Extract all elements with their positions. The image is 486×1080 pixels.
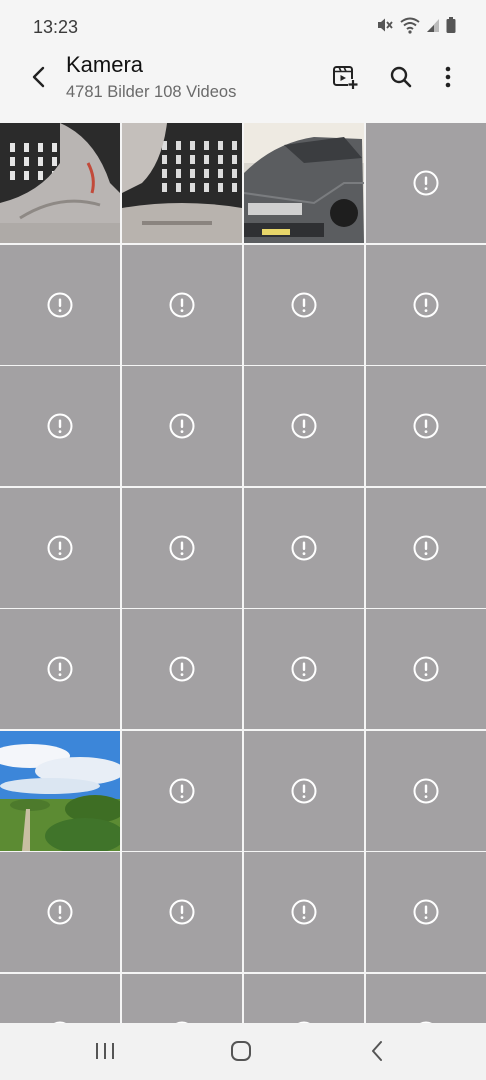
thumbnail-unavailable[interactable] [122,487,242,608]
search-icon [390,66,412,88]
thumbnail-unavailable[interactable] [0,366,120,486]
error-icon [291,292,317,317]
title-block: Kamera 4781 Bilder 108 Videos [66,52,236,103]
photo-metal-part-2-image [122,123,242,243]
error-icon [47,413,73,439]
thumbnail-unavailable[interactable] [244,244,364,365]
search-button[interactable] [384,60,418,94]
back-arrow-icon [32,66,45,88]
thumbnail-unavailable[interactable] [244,487,364,608]
thumbnail-unavailable[interactable] [122,609,242,729]
thumbnail-unavailable[interactable] [0,244,120,365]
thumbnail-unavailable[interactable] [0,973,120,1023]
nav-back-icon [372,1041,382,1061]
more-options-button[interactable] [431,60,465,94]
error-icon [47,899,73,925]
wifi-icon [400,16,420,34]
back-button[interactable] [22,60,56,94]
thumbnail-unavailable[interactable] [366,609,486,729]
error-icon [413,535,439,560]
error-icon [291,778,317,803]
photo-landscape-image [0,730,120,851]
error-icon [291,535,317,560]
thumbnail-unavailable[interactable] [122,366,242,486]
thumbnail-unavailable[interactable] [0,609,120,729]
thumbnail-photo-landscape[interactable] [0,730,120,851]
gallery-screen: 13:23 Kamera 4781 Bilder 108 Videos [0,0,486,1080]
nav-back-button[interactable] [357,1035,397,1067]
status-bar: 13:23 [0,0,486,52]
error-icon [413,413,439,439]
thumbnail-photo-car[interactable] [244,123,364,243]
photo-grid [0,123,486,1023]
app-bar: Kamera 4781 Bilder 108 Videos [0,52,486,122]
error-icon [169,535,195,560]
photo-metal-part-1-image [0,123,120,243]
thumbnail-unavailable[interactable] [122,244,242,365]
thumbnail-unavailable[interactable] [366,730,486,851]
home-button[interactable] [221,1035,261,1067]
status-icons [376,16,456,34]
create-video-button[interactable] [328,60,362,94]
error-icon [413,292,439,317]
error-icon [169,899,195,925]
error-icon [47,656,73,682]
thumbnail-unavailable[interactable] [244,609,364,729]
thumbnail-unavailable[interactable] [366,852,486,972]
status-time: 13:23 [33,17,79,37]
navigation-bar [0,1023,486,1080]
thumbnail-unavailable[interactable] [122,852,242,972]
thumbnail-unavailable[interactable] [244,730,364,851]
error-icon [413,899,439,925]
album-title: Kamera [66,52,144,77]
error-icon [169,778,195,803]
recent-apps-icon [96,1043,114,1059]
photo-car-image [244,123,364,243]
recent-apps-button[interactable] [85,1035,125,1067]
more-options-icon [445,66,451,88]
thumbnail-unavailable[interactable] [0,487,120,608]
error-icon [169,292,195,317]
mute-icon [376,16,394,34]
error-icon [291,413,317,439]
thumbnail-photo-metal-part-1[interactable] [0,123,120,243]
thumbnail-unavailable[interactable] [366,366,486,486]
error-icon [413,170,439,196]
signal-icon [426,17,440,33]
thumbnail-unavailable[interactable] [244,852,364,972]
thumbnail-unavailable[interactable] [366,244,486,365]
error-icon [47,292,73,317]
error-icon [169,656,195,682]
album-subtitle: 4781 Bilder 108 Videos [66,83,237,101]
thumbnail-unavailable[interactable] [244,973,364,1023]
thumbnail-unavailable[interactable] [366,123,486,243]
thumbnail-unavailable[interactable] [366,487,486,608]
error-icon [413,778,439,803]
thumbnail-unavailable[interactable] [244,366,364,486]
create-video-icon [333,66,358,89]
home-icon [231,1041,251,1061]
thumbnail-photo-metal-part-2[interactable] [122,123,242,243]
battery-icon [446,16,456,34]
error-icon [169,413,195,439]
error-icon [47,535,73,560]
error-icon [413,656,439,682]
thumbnail-unavailable[interactable] [122,730,242,851]
error-icon [291,656,317,682]
error-icon [291,899,317,925]
thumbnail-unavailable[interactable] [0,852,120,972]
thumbnail-unavailable[interactable] [366,973,486,1023]
thumbnail-unavailable[interactable] [122,973,242,1023]
